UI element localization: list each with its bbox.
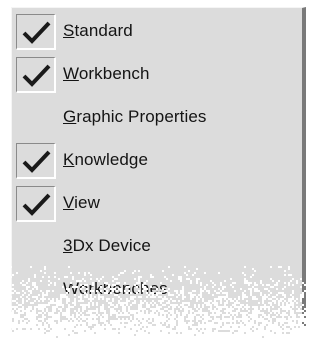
menu-item-label: 3Dx Device — [63, 236, 151, 255]
check-mark-icon — [22, 150, 51, 173]
menu-item-graphic-properties[interactable]: Graphic Properties — [12, 97, 302, 137]
checked-box — [16, 143, 56, 179]
menu-item-workbenches[interactable]: Workbenches — [12, 269, 302, 309]
menu-item-label: Workbench — [63, 64, 150, 83]
menu-item-view[interactable]: View — [12, 183, 302, 223]
toolbar-context-menu: Standard Workbench Graphic Properties Kn… — [11, 7, 306, 346]
menu-item-workbench[interactable]: Workbench — [12, 54, 302, 94]
menu-item-3dx-device[interactable]: 3Dx Device — [12, 226, 302, 266]
check-mark-icon — [22, 21, 51, 44]
check-mark-icon — [22, 193, 51, 216]
checked-box — [16, 14, 56, 50]
menu-item-label: Workbenches — [63, 279, 168, 298]
check-mark-icon — [22, 64, 51, 87]
menu-item-label: View — [63, 193, 100, 212]
menu-item-standard[interactable]: Standard — [12, 11, 302, 51]
menu-item-faded[interactable] — [12, 308, 302, 348]
menu-item-label: Standard — [63, 21, 133, 40]
menu-item-label: Knowledge — [63, 150, 149, 169]
menu-item-knowledge[interactable]: Knowledge — [12, 140, 302, 180]
checked-box — [16, 186, 56, 222]
menu-item-label: Graphic Properties — [63, 107, 207, 126]
checked-box — [16, 57, 56, 93]
